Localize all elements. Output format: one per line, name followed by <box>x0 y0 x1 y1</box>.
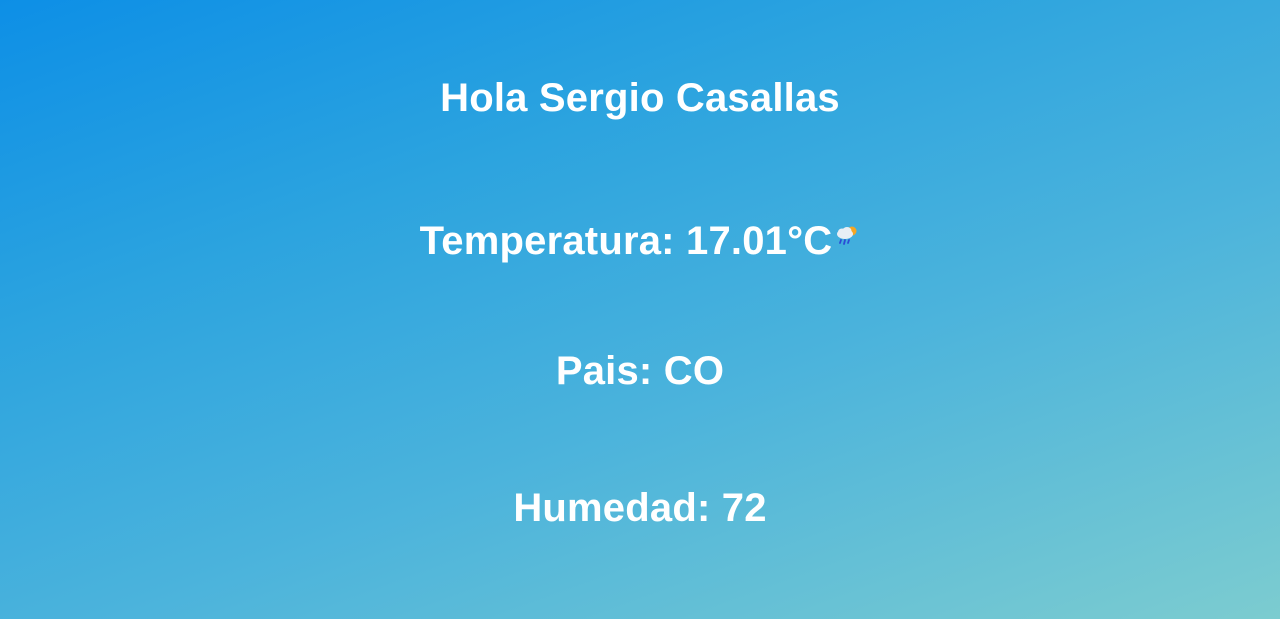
country-text: Pais: CO <box>555 349 725 393</box>
greeting-text: Hola Sergio Casallas <box>440 76 840 120</box>
greeting-heading: Hola Sergio Casallas <box>0 75 1280 121</box>
humidity-text: Humedad: 72 <box>513 486 767 530</box>
country-line: Pais: CO <box>0 348 1280 394</box>
temperature-text: Temperatura: 17.01°C <box>419 219 833 263</box>
cloud-rain-sun-icon <box>834 212 860 245</box>
humidity-line: Humedad: 72 <box>0 485 1280 531</box>
temperature-line: Temperatura: 17.01°C <box>0 212 1280 264</box>
